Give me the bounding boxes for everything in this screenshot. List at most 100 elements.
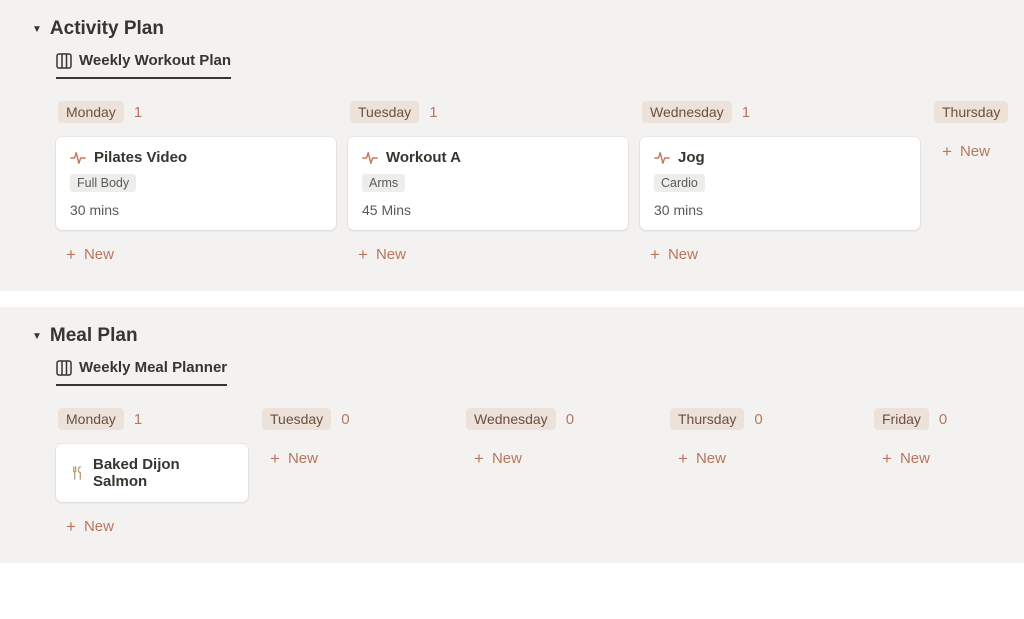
board-column-wednesday: Wednesday 0 + New <box>464 404 656 541</box>
new-label: New <box>900 450 930 467</box>
body-tag: Arms <box>362 174 405 192</box>
board-column-tuesday: Tuesday 0 + New <box>260 404 452 541</box>
board-column-monday: Monday 1 Pilates Video Full Body 30 mins… <box>56 97 336 269</box>
board-column-thursday: Thursday 0 + New <box>668 404 860 541</box>
card-title: Jog <box>678 149 705 166</box>
board-column-wednesday: Wednesday 1 Jog Cardio 30 mins + New <box>640 97 920 269</box>
day-pill: Wednesday <box>642 101 732 123</box>
board-column-friday: Friday 0 + New <box>872 404 1012 541</box>
workout-card[interactable]: Workout A Arms 45 Mins <box>348 137 628 230</box>
column-count: 0 <box>939 411 947 428</box>
column-header[interactable]: Thursday <box>932 97 1024 127</box>
board-column-tuesday: Tuesday 1 Workout A Arms 45 Mins + New <box>348 97 628 269</box>
activity-icon <box>70 150 86 166</box>
new-label: New <box>288 450 318 467</box>
plus-icon: + <box>358 246 368 263</box>
column-header[interactable]: Tuesday 1 <box>348 97 628 127</box>
tab-weekly-meal[interactable]: Weekly Meal Planner <box>56 359 227 386</box>
duration: 30 mins <box>70 202 322 218</box>
board-icon <box>56 360 72 376</box>
new-card-button[interactable]: + New <box>260 444 452 473</box>
plus-icon: + <box>66 246 76 263</box>
column-count: 1 <box>134 104 142 121</box>
toggle-icon[interactable]: ▼ <box>32 331 42 342</box>
meal-board: Monday 1 Baked Dijon Salmon + New Tuesda… <box>0 404 1024 541</box>
tag-row: Arms <box>362 174 614 192</box>
column-count: 0 <box>754 411 762 428</box>
board-icon <box>56 53 72 69</box>
day-pill: Tuesday <box>350 101 419 123</box>
duration: 30 mins <box>654 202 906 218</box>
section-title: Activity Plan <box>50 18 164 40</box>
column-header[interactable]: Thursday 0 <box>668 404 860 434</box>
activity-icon <box>362 150 378 166</box>
workout-card[interactable]: Pilates Video Full Body 30 mins <box>56 137 336 230</box>
board-column-thursday: Thursday + New <box>932 97 1024 269</box>
plus-icon: + <box>882 450 892 467</box>
day-pill: Thursday <box>934 101 1008 123</box>
toggle-icon[interactable]: ▼ <box>32 24 42 35</box>
activity-board: Monday 1 Pilates Video Full Body 30 mins… <box>0 97 1024 269</box>
column-header[interactable]: Monday 1 <box>56 97 336 127</box>
body-tag: Cardio <box>654 174 705 192</box>
column-count: 1 <box>742 104 750 121</box>
new-label: New <box>696 450 726 467</box>
plus-icon: + <box>942 143 952 160</box>
new-label: New <box>84 518 114 535</box>
new-card-button[interactable]: + New <box>464 444 656 473</box>
new-label: New <box>84 246 114 263</box>
new-label: New <box>668 246 698 263</box>
new-card-button[interactable]: + New <box>872 444 1012 473</box>
plus-icon: + <box>474 450 484 467</box>
day-pill: Wednesday <box>466 408 556 430</box>
new-card-button[interactable]: + New <box>640 240 920 269</box>
tag-row: Cardio <box>654 174 906 192</box>
workout-card[interactable]: Jog Cardio 30 mins <box>640 137 920 230</box>
day-pill: Monday <box>58 408 124 430</box>
utensils-icon <box>70 466 85 481</box>
plus-icon: + <box>678 450 688 467</box>
activity-plan-section: ▼ Activity Plan Weekly Workout Plan Mond… <box>0 0 1024 291</box>
activity-icon <box>654 150 670 166</box>
new-card-button[interactable]: + New <box>56 512 248 541</box>
column-count: 0 <box>566 411 574 428</box>
section-header: ▼ Meal Plan <box>0 325 1024 347</box>
body-tag: Full Body <box>70 174 136 192</box>
tab-label: Weekly Meal Planner <box>79 359 227 376</box>
plus-icon: + <box>66 518 76 535</box>
section-title: Meal Plan <box>50 325 138 347</box>
new-card-button[interactable]: + New <box>668 444 860 473</box>
day-pill: Monday <box>58 101 124 123</box>
plus-icon: + <box>650 246 660 263</box>
board-column-monday: Monday 1 Baked Dijon Salmon + New <box>56 404 248 541</box>
card-title: Pilates Video <box>94 149 187 166</box>
card-title: Baked Dijon Salmon <box>93 456 234 490</box>
meal-plan-section: ▼ Meal Plan Weekly Meal Planner Monday 1… <box>0 307 1024 563</box>
column-count: 0 <box>341 411 349 428</box>
card-title: Workout A <box>386 149 461 166</box>
view-tabs: Weekly Meal Planner <box>0 359 1024 386</box>
tab-weekly-workout[interactable]: Weekly Workout Plan <box>56 52 231 79</box>
column-count: 1 <box>429 104 437 121</box>
meal-card[interactable]: Baked Dijon Salmon <box>56 444 248 502</box>
new-card-button[interactable]: + New <box>932 137 1024 166</box>
plus-icon: + <box>270 450 280 467</box>
day-pill: Thursday <box>670 408 744 430</box>
new-label: New <box>492 450 522 467</box>
new-label: New <box>376 246 406 263</box>
view-tabs: Weekly Workout Plan <box>0 52 1024 79</box>
column-header[interactable]: Tuesday 0 <box>260 404 452 434</box>
column-count: 1 <box>134 411 142 428</box>
tab-label: Weekly Workout Plan <box>79 52 231 69</box>
day-pill: Friday <box>874 408 929 430</box>
column-header[interactable]: Friday 0 <box>872 404 1012 434</box>
tag-row: Full Body <box>70 174 322 192</box>
new-label: New <box>960 143 990 160</box>
new-card-button[interactable]: + New <box>56 240 336 269</box>
column-header[interactable]: Wednesday 1 <box>640 97 920 127</box>
column-header[interactable]: Monday 1 <box>56 404 248 434</box>
section-header: ▼ Activity Plan <box>0 18 1024 40</box>
new-card-button[interactable]: + New <box>348 240 628 269</box>
column-header[interactable]: Wednesday 0 <box>464 404 656 434</box>
duration: 45 Mins <box>362 202 614 218</box>
